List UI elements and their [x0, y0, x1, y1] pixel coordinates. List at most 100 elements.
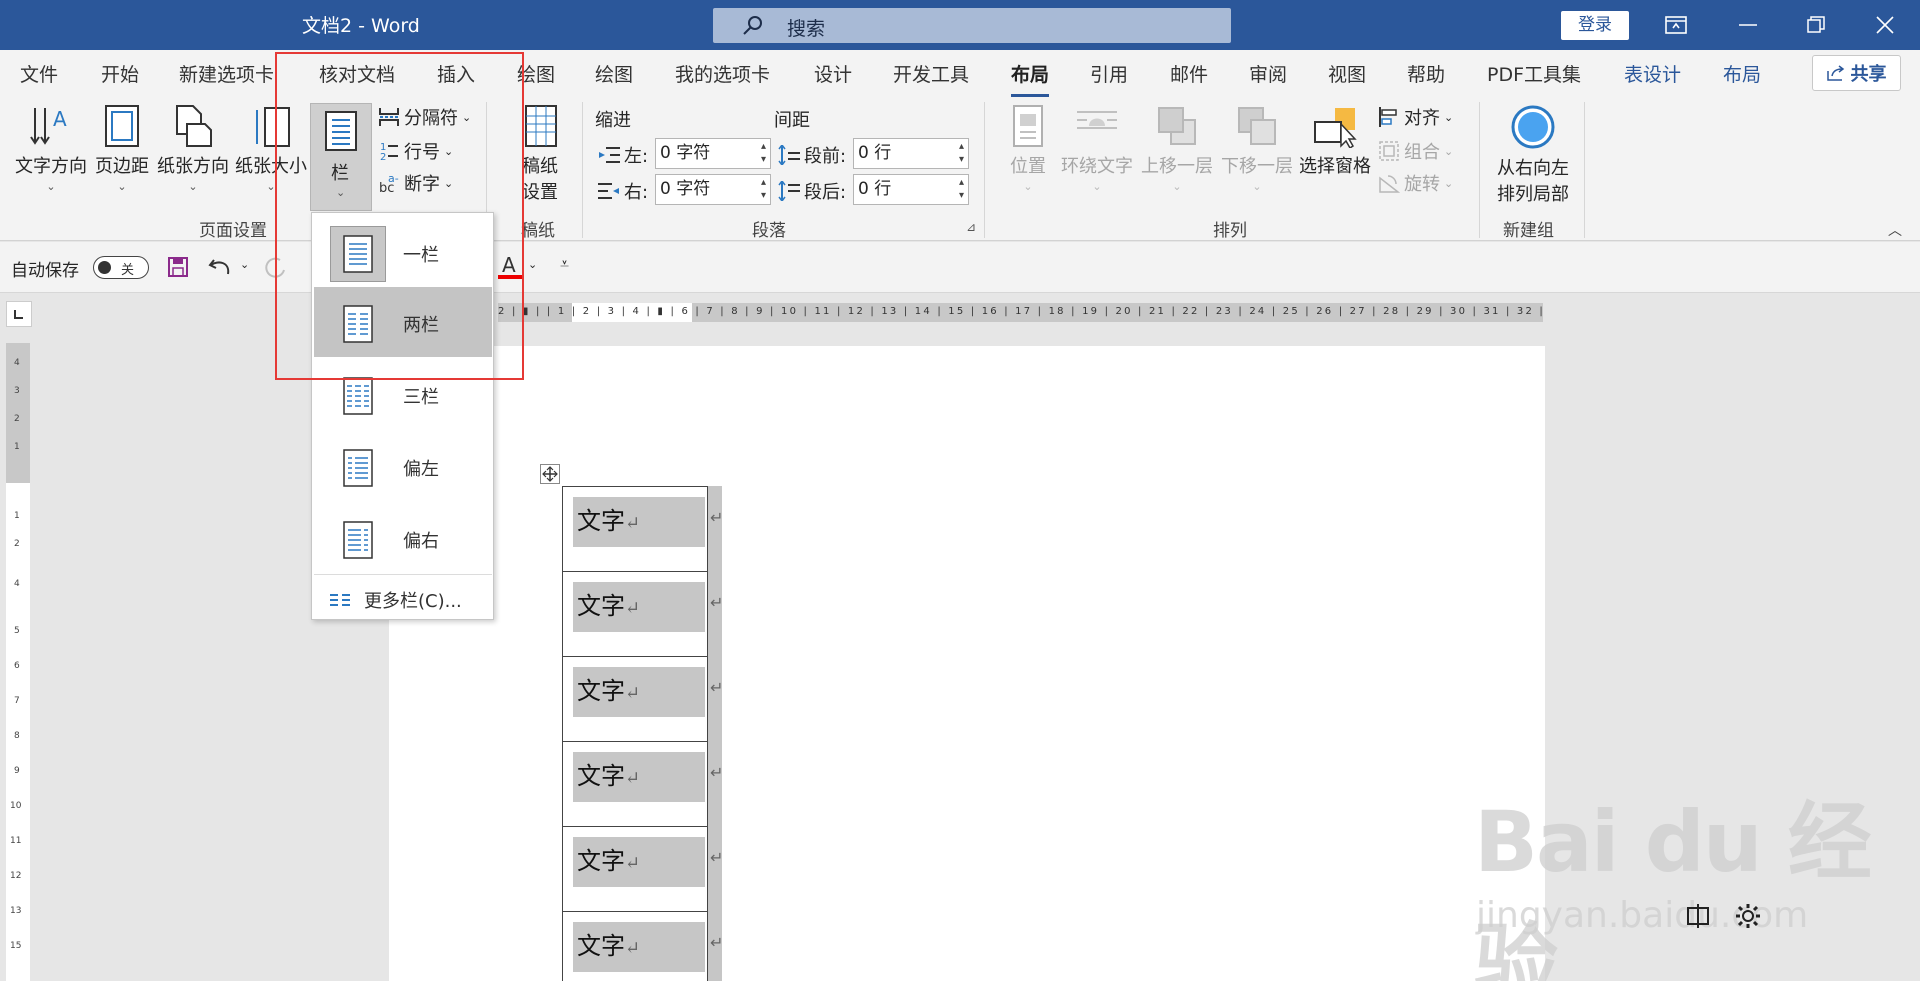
selection-pane-icon [1314, 108, 1357, 148]
login-button[interactable]: 登录 [1561, 11, 1629, 40]
table-cell[interactable]: 文字↵ [562, 571, 708, 657]
indent-left-input[interactable]: 0 字符 ▴ ▾ [655, 138, 771, 169]
svg-text:3: 3 [14, 386, 20, 396]
rtl-layout-button[interactable]: 从右向左 排列局部 [1492, 104, 1574, 206]
svg-text:2: 2 [14, 539, 20, 549]
table-cell[interactable]: 文字↵ [562, 741, 708, 827]
ribbon-display-icon[interactable] [1646, 0, 1706, 50]
align-button[interactable]: 对齐 ⌄ [1378, 104, 1453, 130]
bring-forward-icon [1158, 107, 1196, 145]
more-columns-item[interactable]: 更多栏(C)... [330, 587, 462, 613]
new-group-label: 新建组 [1503, 221, 1554, 241]
tab-help[interactable]: 帮助 [1407, 60, 1445, 87]
row-end-mark: ↵ [708, 741, 723, 827]
svg-text:7: 7 [14, 696, 20, 706]
search-placeholder: 搜索 [787, 18, 826, 40]
rtl-circle-icon [1511, 105, 1555, 149]
tab-design[interactable]: 设计 [814, 60, 852, 87]
indent-header: 缩进 [595, 110, 631, 131]
undo-icon[interactable] [208, 256, 234, 278]
table-move-handle-icon[interactable] [540, 464, 560, 484]
search-box[interactable]: 搜索 [713, 8, 1231, 43]
share-icon [1826, 65, 1844, 81]
wrap-text-icon [1077, 111, 1117, 129]
tab-file[interactable]: 文件 [20, 60, 58, 87]
tab-table-design[interactable]: 表设计 [1624, 60, 1681, 87]
table-cell[interactable]: 文字↵ [562, 911, 708, 981]
three-columns-icon [343, 377, 373, 415]
columns-option-left[interactable]: 偏左 [314, 431, 492, 501]
margins-button[interactable]: 页边距 ⌄ [94, 104, 150, 193]
svg-text:2: 2 [14, 414, 20, 424]
group-icon [1379, 141, 1399, 161]
collapse-ribbon-icon[interactable]: ︿ [1888, 220, 1902, 240]
svg-text:9: 9 [14, 766, 20, 776]
save-icon[interactable] [167, 256, 189, 278]
indent-right-input[interactable]: 0 字符 ▴ ▾ [655, 174, 771, 205]
tab-pdf-tools[interactable]: PDF工具集 [1487, 60, 1581, 87]
arrange-group-label: 排列 [1213, 221, 1247, 241]
margins-icon [105, 105, 139, 147]
tab-draw-2[interactable]: 绘图 [595, 60, 633, 87]
tab-table-layout[interactable]: 布局 [1723, 60, 1761, 87]
bring-forward-button[interactable]: 上移一层 ⌄ [1140, 104, 1214, 193]
text-direction-button[interactable]: A 文字方向 ⌄ [12, 104, 90, 193]
tab-selector[interactable] [6, 301, 32, 327]
tab-view[interactable]: 视图 [1328, 60, 1366, 87]
manuscript-group-label: 稿纸 [521, 221, 555, 241]
svg-text:1: 1 [14, 511, 20, 521]
font-color-dropdown-icon[interactable]: ⌄ [528, 258, 537, 271]
indent-right-label: 右: [598, 178, 648, 204]
tab-references[interactable]: 引用 [1090, 60, 1128, 87]
vertical-ruler[interactable]: 4321 1 2 4 5 6 7 8 9 10 11 12 13 15 [6, 343, 30, 981]
row-end-mark: ↵ [708, 656, 723, 742]
indent-left-label: 左: [598, 142, 648, 168]
columns-option-right[interactable]: 偏右 [314, 503, 492, 573]
wrap-text-button[interactable]: 环绕文字 ⌄ [1060, 104, 1134, 193]
table-cell[interactable]: 文字↵ [562, 656, 708, 742]
tab-review[interactable]: 审阅 [1249, 60, 1287, 87]
restore-icon[interactable] [1786, 0, 1846, 50]
tab-my-tab[interactable]: 我的选项卡 [675, 60, 770, 87]
svg-text:12: 12 [10, 871, 21, 881]
svg-text:5: 5 [14, 626, 20, 636]
paragraph-dialog-launcher-icon[interactable]: ⊿ [966, 220, 976, 234]
rotate-button[interactable]: 旋转 ⌄ [1378, 170, 1453, 196]
floating-tools [1684, 902, 1762, 930]
tab-developer[interactable]: 开发工具 [893, 60, 969, 87]
right-column-icon [343, 521, 373, 559]
spacing-after-label: 段后: [778, 178, 846, 204]
position-button[interactable]: 位置 ⌄ [1006, 104, 1050, 193]
indent-left-icon [599, 147, 620, 163]
spacing-after-icon [778, 181, 800, 201]
svg-text:8: 8 [14, 731, 20, 741]
group-button[interactable]: 组合 ⌄ [1378, 138, 1453, 164]
row-end-mark: ↵ [708, 571, 723, 657]
spacing-before-icon [778, 145, 800, 165]
undo-dropdown-icon[interactable]: ⌄ [240, 258, 249, 271]
paragraph-group-label: 段落 [752, 221, 786, 241]
orientation-button[interactable]: 纸张方向 ⌄ [156, 104, 230, 193]
settings-gear-icon[interactable] [1734, 902, 1762, 930]
layout-options-icon[interactable] [1684, 902, 1712, 930]
orientation-icon [176, 105, 212, 147]
svg-text:4: 4 [14, 358, 20, 368]
svg-text:11: 11 [10, 836, 21, 846]
spacing-before-input[interactable]: 0 行 ▴ ▾ [853, 138, 969, 169]
table-cell[interactable]: 文字↵ [562, 826, 708, 912]
svg-text:A: A [53, 107, 67, 131]
tab-mailings[interactable]: 邮件 [1170, 60, 1208, 87]
minimize-icon[interactable] [1718, 0, 1778, 50]
customize-qat-icon[interactable]: ⩡ [560, 254, 569, 274]
tab-new-tab[interactable]: 新建选项卡 [179, 60, 274, 87]
close-icon[interactable] [1855, 0, 1915, 50]
tab-layout[interactable]: 布局 [1011, 60, 1050, 97]
tab-home[interactable]: 开始 [101, 60, 139, 87]
table-cell[interactable]: 文字↵ [562, 486, 708, 572]
spacing-after-input[interactable]: 0 行 ▴ ▾ [853, 174, 969, 205]
autosave-toggle[interactable]: 关 [93, 256, 149, 279]
horizontal-ruler[interactable]: 2 | ▮ | | 1 | 2 | 3 | 4 | ▮ | 6 | 7 | 8 … [498, 303, 1543, 322]
share-button[interactable]: 共享 [1812, 55, 1901, 91]
selection-pane-button[interactable]: 选择窗格 [1298, 104, 1372, 178]
send-backward-button[interactable]: 下移一层 ⌄ [1220, 104, 1294, 193]
